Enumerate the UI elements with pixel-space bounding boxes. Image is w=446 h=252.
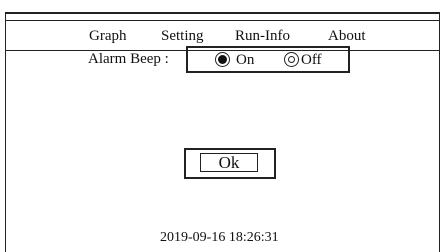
menu-item-setting[interactable]: Setting	[161, 28, 204, 45]
ok-button-inner-frame: Ok	[200, 153, 258, 172]
alarm-beep-off-label: Off	[301, 52, 322, 68]
ok-button-label: Ok	[218, 153, 240, 172]
alarm-beep-on-label: On	[236, 52, 255, 68]
alarm-beep-radio-group: On Off	[186, 46, 350, 73]
menu-item-run-info[interactable]: Run-Info	[235, 28, 290, 45]
datetime-display: 2019-09-16 18:26:31	[160, 230, 279, 245]
ok-button[interactable]: Ok	[184, 148, 276, 179]
alarm-beep-label: Alarm Beep :	[88, 51, 169, 67]
menu-item-about[interactable]: About	[328, 28, 366, 45]
radio-selected-icon[interactable]	[215, 52, 230, 67]
radio-dot-icon	[217, 54, 227, 64]
radio-unselected-icon[interactable]	[284, 52, 299, 67]
radio-ring-icon	[287, 55, 295, 63]
menu-item-graph[interactable]: Graph	[89, 28, 127, 45]
